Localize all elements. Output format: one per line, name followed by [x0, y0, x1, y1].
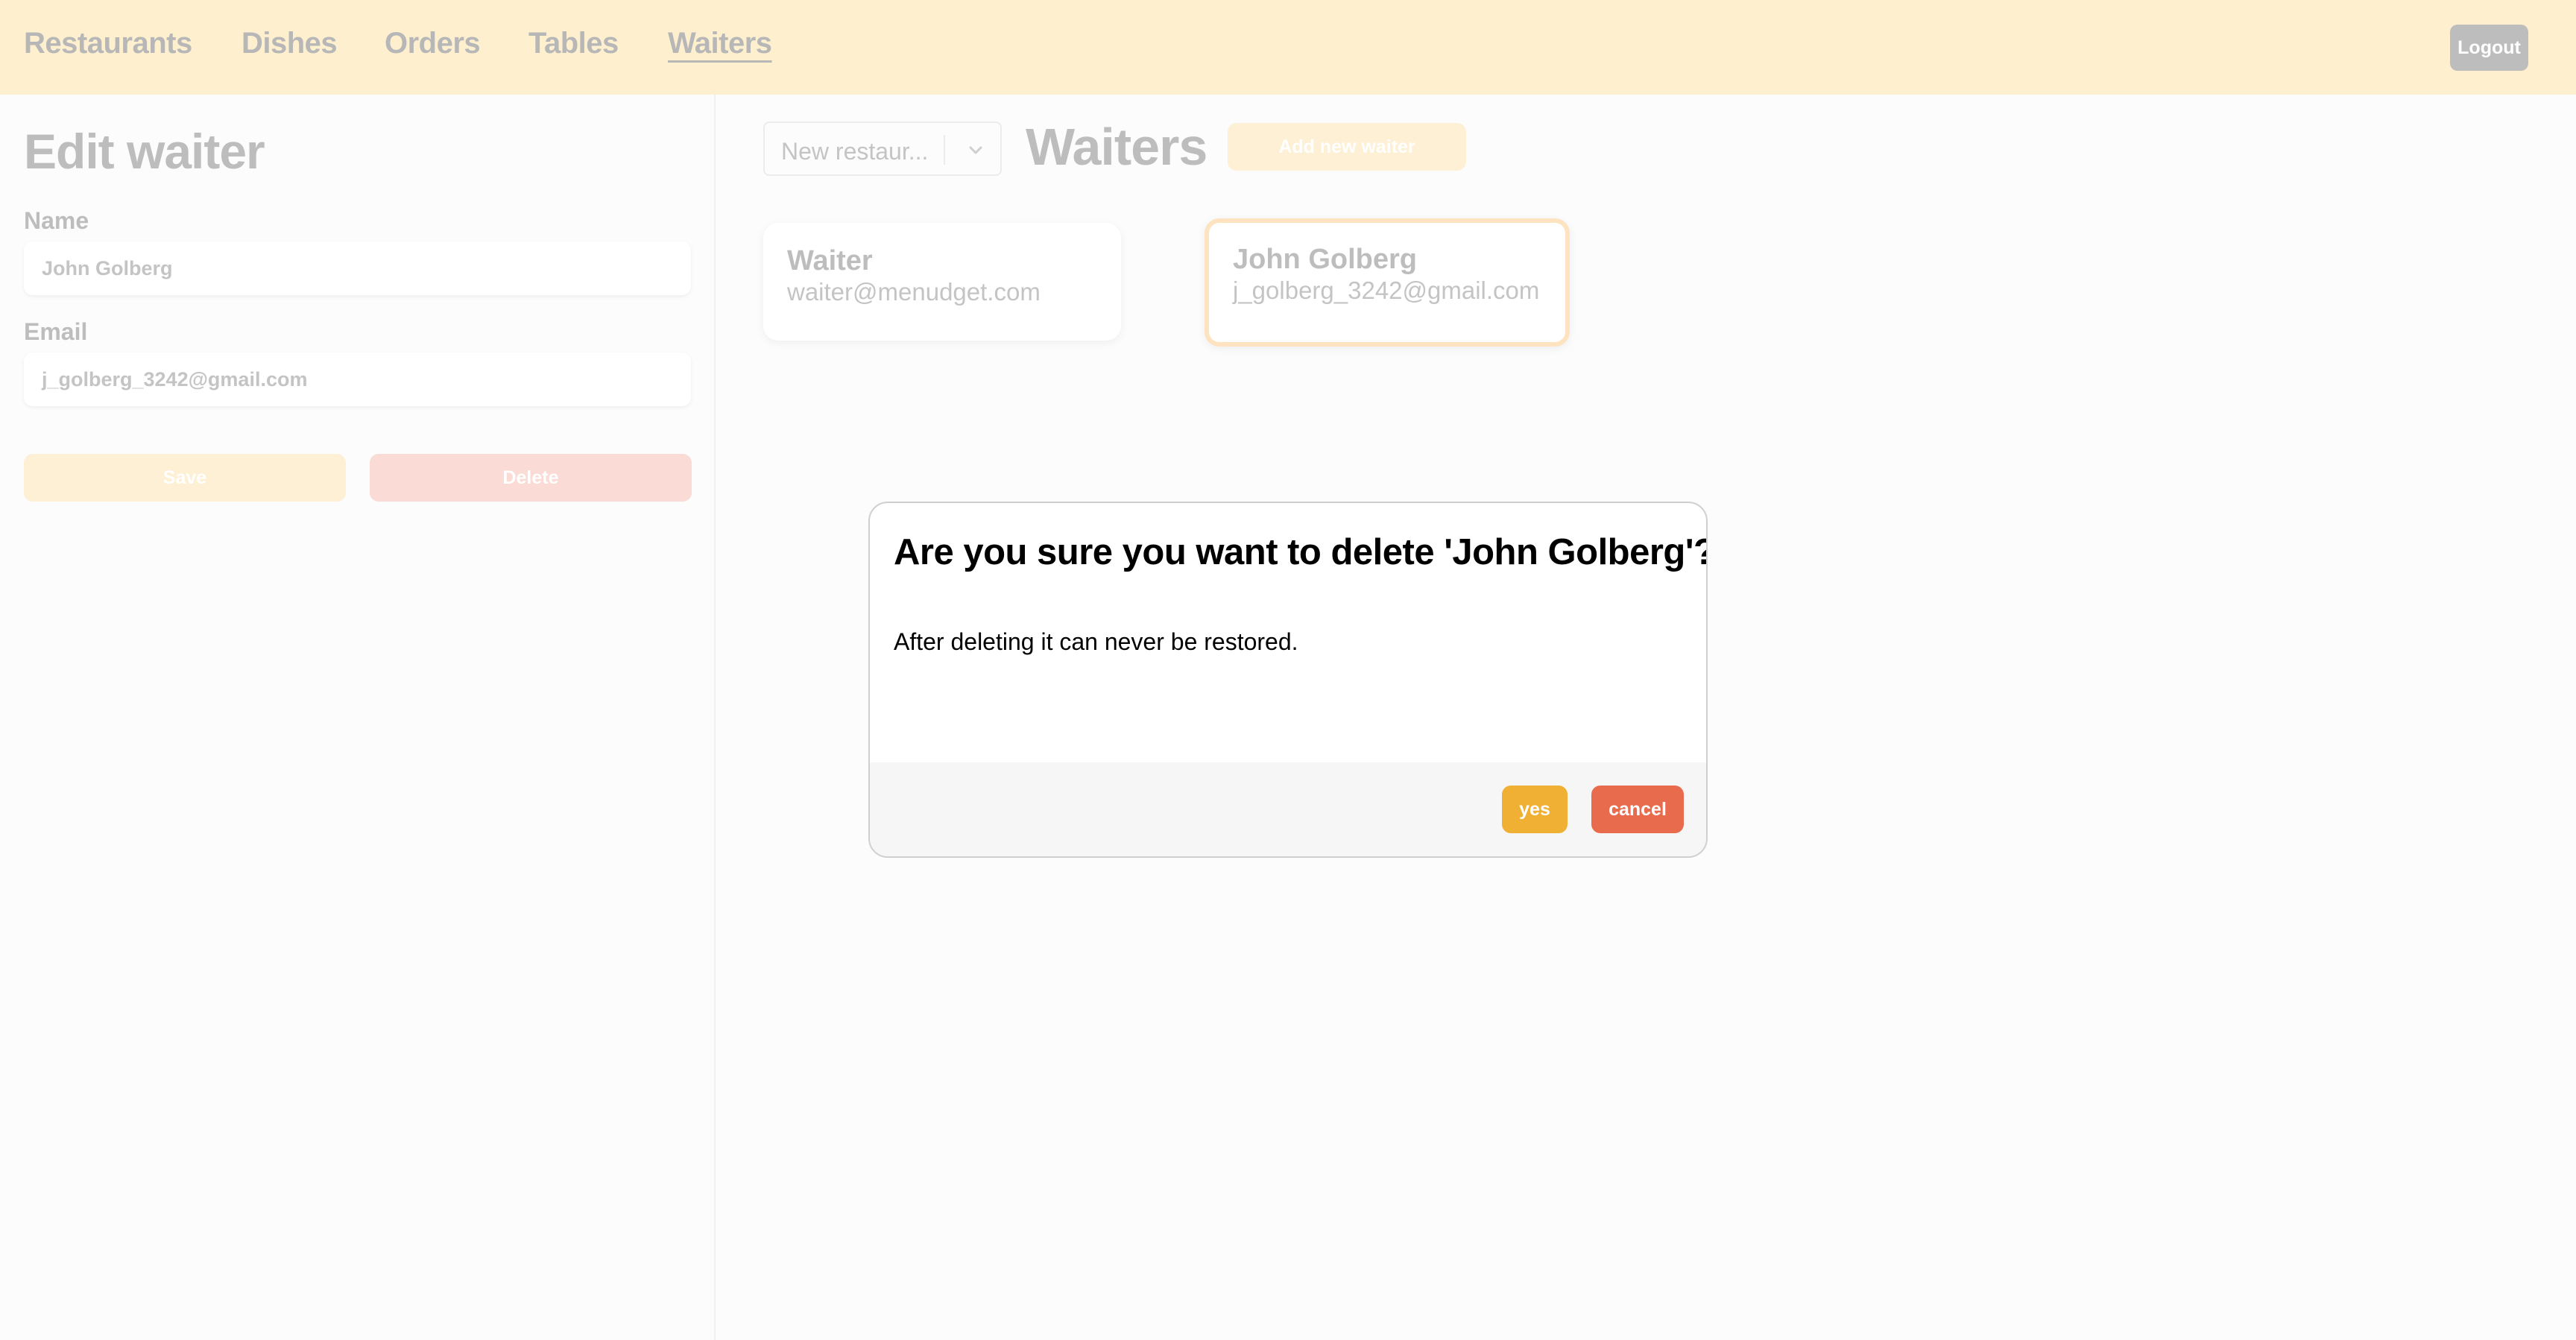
waiter-card-name: Waiter: [787, 245, 873, 276]
dialog-message: After deleting it can never be restored.: [894, 628, 1298, 655]
nav-orders[interactable]: Orders: [385, 27, 481, 60]
top-navigation: Restaurants Dishes Orders Tables Waiters…: [0, 0, 2576, 95]
edit-waiter-title: Edit waiter: [24, 124, 265, 179]
waiter-card-email: waiter@menudget.com: [787, 278, 1041, 306]
edit-waiter-panel: Edit waiter Name John Golberg Email j_go…: [0, 95, 716, 1340]
save-button[interactable]: Save: [24, 454, 346, 502]
yes-button[interactable]: yes: [1502, 786, 1568, 833]
waiter-card-selected[interactable]: John Golberg j_golberg_3242@gmail.com: [1205, 218, 1570, 347]
select-divider: [944, 135, 945, 165]
nav-dishes[interactable]: Dishes: [242, 27, 338, 60]
waiter-card-email: j_golberg_3242@gmail.com: [1233, 276, 1540, 304]
waiters-heading: Waiters: [1026, 118, 1208, 176]
waiter-card-name: John Golberg: [1233, 244, 1417, 275]
nav-restaurants[interactable]: Restaurants: [24, 27, 192, 60]
nav-waiters[interactable]: Waiters: [668, 27, 772, 60]
delete-confirmation-dialog: Are you sure you want to delete 'John Go…: [868, 502, 1708, 858]
logout-button[interactable]: Logout: [2450, 25, 2528, 71]
dialog-footer: yes cancel: [870, 762, 1706, 856]
delete-button[interactable]: Delete: [370, 454, 692, 502]
cancel-button[interactable]: cancel: [1591, 786, 1684, 833]
name-field[interactable]: John Golberg: [24, 241, 691, 295]
email-field[interactable]: j_golberg_3242@gmail.com: [24, 353, 691, 406]
chevron-down-icon[interactable]: [965, 139, 987, 162]
restaurant-select[interactable]: New restaur...: [763, 121, 1002, 176]
nav-tables[interactable]: Tables: [528, 27, 619, 60]
waiter-card[interactable]: Waiter waiter@menudget.com: [763, 223, 1121, 341]
add-new-waiter-button[interactable]: Add new waiter: [1228, 123, 1466, 171]
name-label: Name: [24, 207, 89, 234]
dialog-title: Are you sure you want to delete 'John Go…: [894, 532, 1708, 572]
email-label: Email: [24, 318, 88, 345]
restaurant-select-value: New restaur...: [781, 138, 929, 165]
